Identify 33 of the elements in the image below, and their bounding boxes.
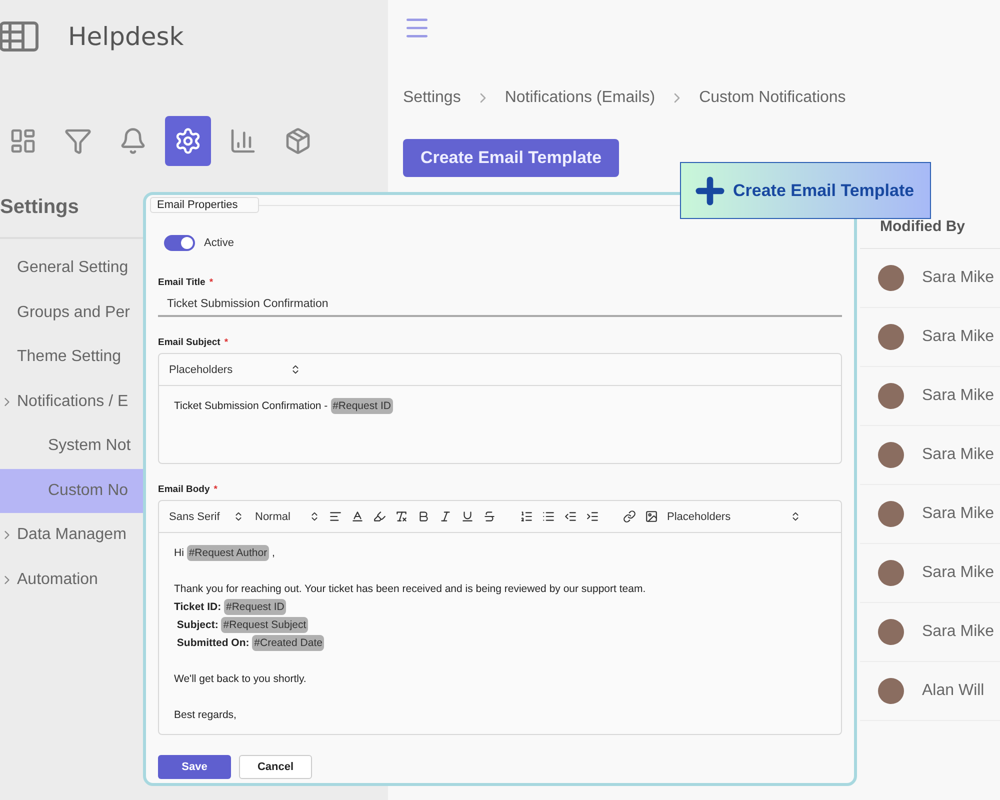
callout-text: Create Email Template [733, 180, 914, 200]
required-mark: * [209, 276, 214, 288]
body-text: Ticket Submission Confirmation - [174, 400, 329, 412]
table-cell: Sara Mike [922, 505, 994, 523]
section-legend: Email Properties [150, 197, 259, 213]
placeholder-tag: #Request ID [330, 398, 393, 414]
field-label: Ticket ID: [174, 601, 222, 613]
table-cell: Sara Mike [922, 446, 994, 464]
body-text: Best regards, [174, 709, 236, 721]
placeholder-tag: #Created Date [252, 635, 324, 651]
field-label: Submitted On: [176, 637, 250, 649]
table-cell: Alan Will [922, 682, 984, 700]
table-cell: Sara Mike [922, 328, 994, 346]
placeholder-tag: #Request Author [186, 545, 270, 561]
field-label: Email Subject [158, 336, 220, 348]
toggle-label: Active [204, 237, 234, 249]
table-cell: Sara Mike [922, 564, 994, 582]
table-cell: Sara Mike [922, 269, 994, 287]
required-mark: * [224, 336, 228, 348]
body-text: Thank you for reaching out. Your ticket has been received and is being reviewed by our support team. [174, 583, 646, 595]
app-name: Helpdesk [68, 22, 184, 50]
field-label: Email Body [158, 484, 210, 494]
table-cell: Sara Mike [922, 623, 994, 641]
required-mark: * [214, 484, 218, 494]
table-cell: Sara Mike [922, 387, 994, 405]
sidebar-title: Settings [0, 196, 79, 220]
body-text: Hi [174, 547, 185, 559]
body-text: We'll get back to you shortly. [174, 673, 306, 685]
field-label: Subject: [176, 619, 220, 631]
placeholder-tag: #Request ID [224, 599, 286, 615]
field-label: Email Title [158, 276, 206, 288]
body-text: , [270, 547, 275, 559]
placeholder-tag: #Request Subject [221, 617, 308, 633]
